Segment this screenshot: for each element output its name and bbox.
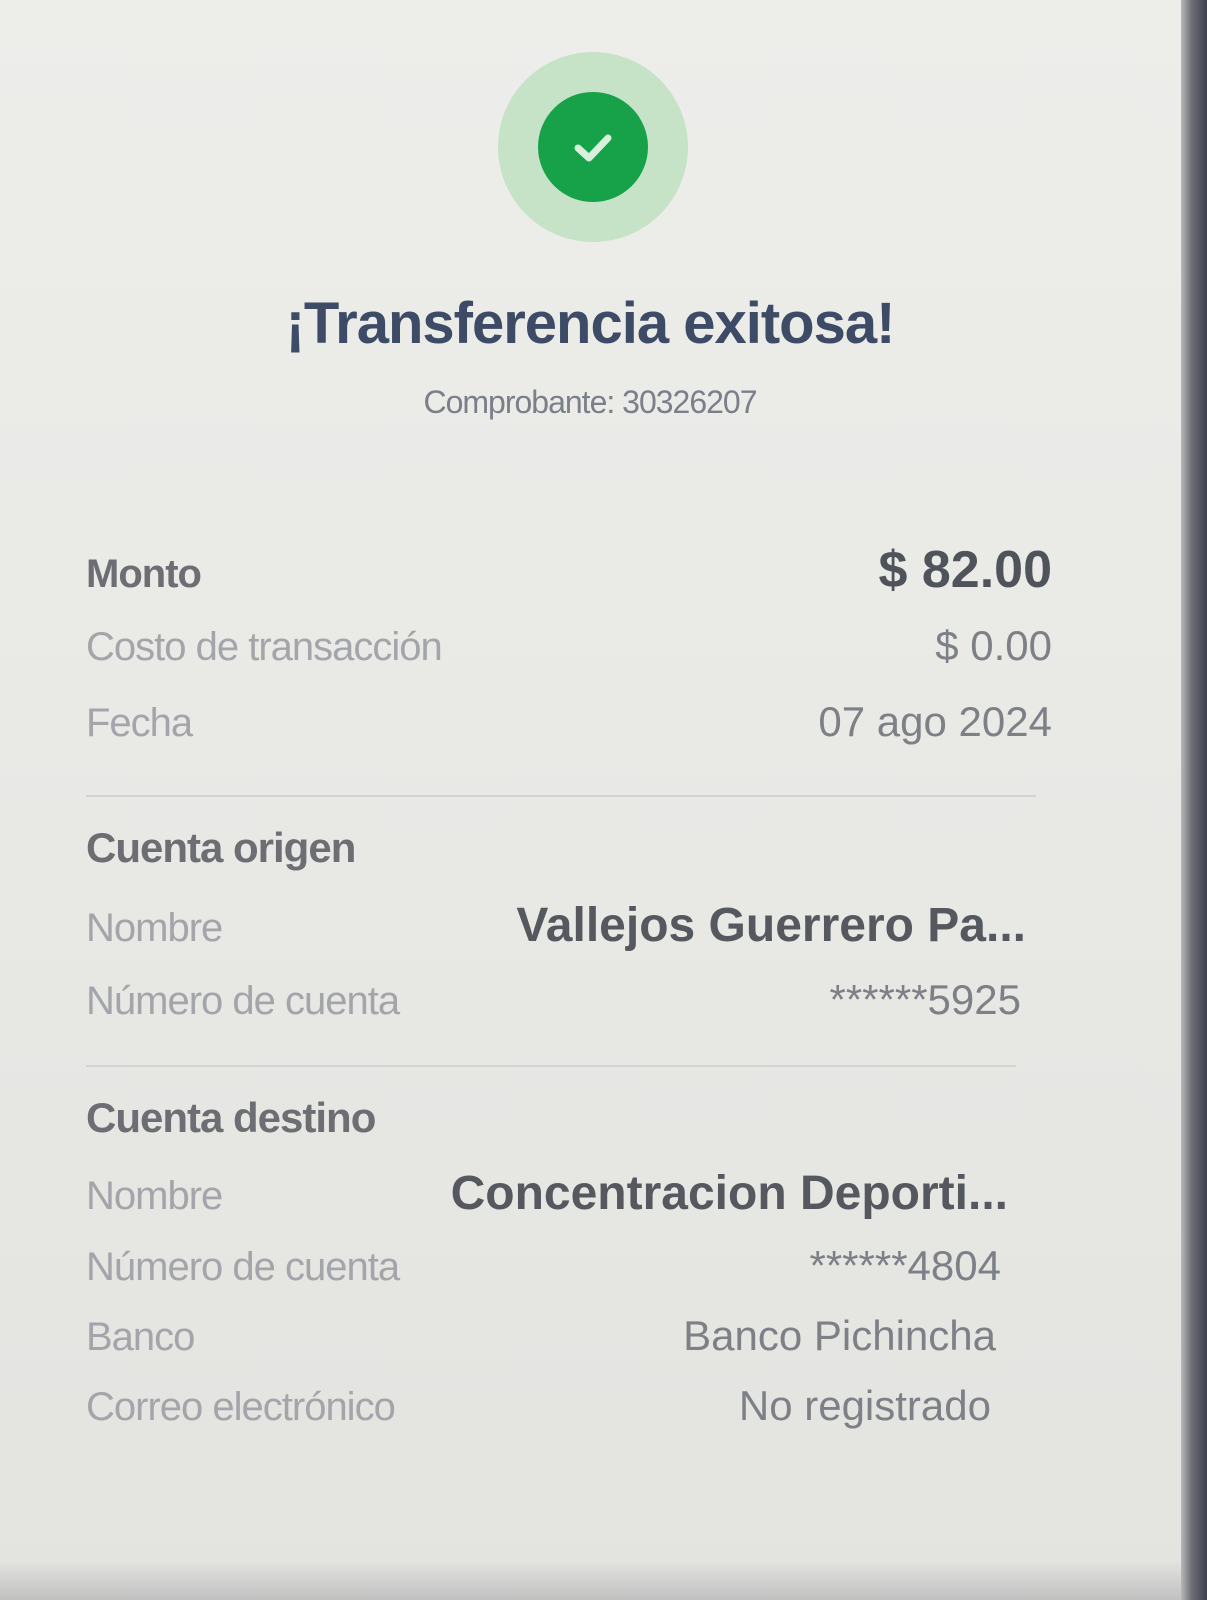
destination-account-value: ******4804 xyxy=(809,1242,1001,1289)
destination-section-title: Cuenta destino xyxy=(86,1094,376,1141)
amount-value: $ 82.00 xyxy=(878,541,1053,599)
check-icon xyxy=(538,92,648,202)
date-row: Fecha 07 ago 2024 xyxy=(86,698,1052,746)
origin-name-row: Nombre Vallejos Guerrero Pa... xyxy=(86,898,1026,953)
fee-label: Costo de transacción xyxy=(86,625,443,669)
amount-label: Monto xyxy=(86,552,202,596)
destination-name-value: Concentracion Deporti... xyxy=(450,1167,1008,1220)
destination-email-row: Correo electrónico No registrado xyxy=(86,1382,991,1430)
origin-account-row: Número de cuenta ******5925 xyxy=(86,976,1021,1024)
origin-section-title: Cuenta origen xyxy=(86,824,356,871)
destination-bank-value: Banco Pichincha xyxy=(683,1312,996,1359)
destination-name-label: Nombre xyxy=(86,1174,223,1218)
fee-value: $ 0.00 xyxy=(935,622,1052,669)
origin-account-value: ******5925 xyxy=(829,976,1021,1023)
fee-row: Costo de transacción $ 0.00 xyxy=(86,622,1052,670)
check-icon-glyph xyxy=(574,134,612,162)
transfer-success-screen: ¡Transferencia exitosa! Comprobante: 303… xyxy=(0,0,1207,1600)
device-bezel xyxy=(1181,0,1207,1600)
amount-row: Monto $ 82.00 xyxy=(86,540,1052,600)
receipt-number: Comprobante: 30326207 xyxy=(423,384,757,420)
divider xyxy=(86,1065,1016,1067)
destination-account-row: Número de cuenta ******4804 xyxy=(86,1242,1001,1290)
origin-account-label: Número de cuenta xyxy=(86,979,400,1023)
date-label: Fecha xyxy=(86,701,193,745)
origin-name-label: Nombre xyxy=(86,906,223,950)
destination-bank-row: Banco Banco Pichincha xyxy=(86,1312,996,1360)
success-title: ¡Transferencia exitosa! xyxy=(285,291,896,356)
bottom-shadow xyxy=(0,1560,1207,1600)
destination-account-label: Número de cuenta xyxy=(86,1245,400,1289)
date-value: 07 ago 2024 xyxy=(818,698,1052,745)
destination-email-label: Correo electrónico xyxy=(86,1385,396,1429)
divider xyxy=(86,795,1036,797)
origin-name-value: Vallejos Guerrero Pa... xyxy=(516,899,1026,952)
destination-email-value: No registrado xyxy=(738,1382,991,1429)
destination-name-row: Nombre Concentracion Deporti... xyxy=(86,1166,1008,1221)
destination-bank-label: Banco xyxy=(86,1315,195,1359)
